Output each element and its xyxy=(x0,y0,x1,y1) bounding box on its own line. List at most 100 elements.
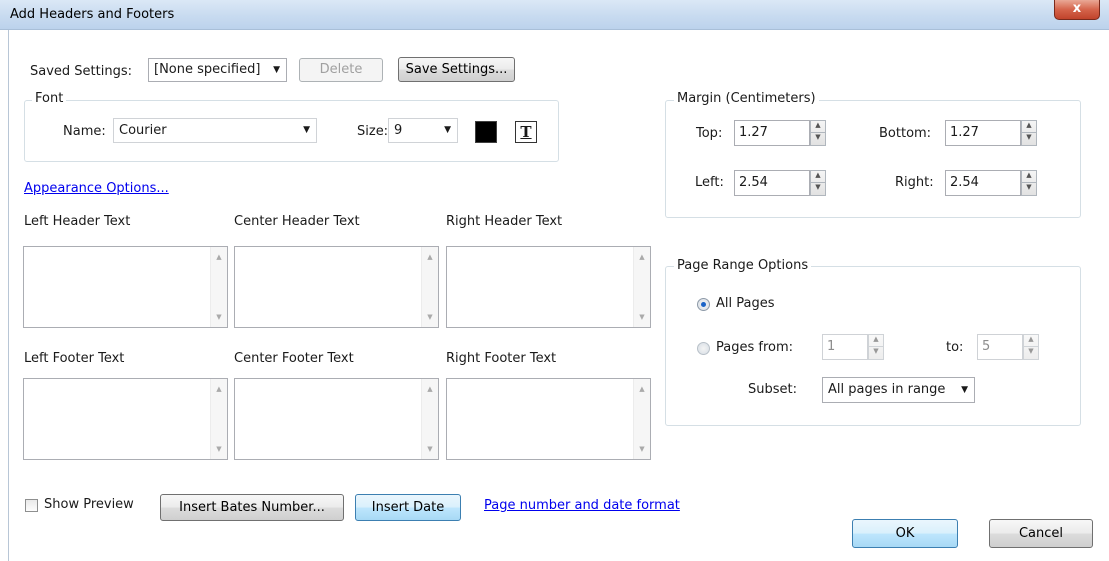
right-footer-textarea[interactable]: ▲ ▼ xyxy=(446,378,651,460)
triangle-up-icon: ▲ xyxy=(216,253,222,261)
scrollbar[interactable]: ▲ ▼ xyxy=(210,379,227,459)
triangle-down-icon[interactable]: ▼ xyxy=(811,133,825,145)
triangle-up-icon[interactable]: ▲ xyxy=(1022,171,1036,183)
chevron-down-icon: ▼ xyxy=(273,65,280,75)
triangle-up-icon[interactable]: ▲ xyxy=(811,171,825,183)
margin-right-field[interactable]: 2.54 xyxy=(945,170,1021,196)
font-size-label: Size: xyxy=(357,124,389,139)
close-button[interactable]: x xyxy=(1054,0,1100,20)
show-preview-checkbox[interactable] xyxy=(25,499,38,512)
font-color-button[interactable] xyxy=(475,121,497,143)
triangle-down-icon: ▼ xyxy=(216,313,222,321)
margin-left-label: Left: xyxy=(695,175,724,190)
triangle-down-icon[interactable]: ▼ xyxy=(1022,183,1036,195)
triangle-down-icon: ▼ xyxy=(427,313,433,321)
center-footer-textarea[interactable]: ▲ ▼ xyxy=(234,378,439,460)
left-footer-textarea[interactable]: ▲ ▼ xyxy=(23,378,228,460)
right-header-textarea[interactable]: ▲ ▼ xyxy=(446,246,651,328)
show-preview-label[interactable]: Show Preview xyxy=(44,497,134,512)
triangle-down-icon: ▼ xyxy=(216,445,222,453)
saved-settings-value: [None specified] xyxy=(154,62,261,77)
margin-group xyxy=(665,100,1081,218)
all-pages-radio[interactable] xyxy=(697,298,710,311)
save-settings-button[interactable]: Save Settings... xyxy=(398,57,515,82)
pages-to-field[interactable]: 5 xyxy=(977,334,1023,360)
pages-from-stepper[interactable]: ▲ ▼ xyxy=(868,334,884,360)
triangle-down-icon[interactable]: ▼ xyxy=(869,347,883,359)
pages-to-label: to: xyxy=(946,340,964,355)
scrollbar[interactable]: ▲ ▼ xyxy=(421,247,438,327)
left-header-textarea[interactable]: ▲ ▼ xyxy=(23,246,228,328)
scrollbar[interactable]: ▲ ▼ xyxy=(633,247,650,327)
triangle-down-icon: ▼ xyxy=(427,445,433,453)
triangle-up-icon[interactable]: ▲ xyxy=(1022,121,1036,133)
margin-bottom-field[interactable]: 1.27 xyxy=(945,120,1021,146)
right-header-label: Right Header Text xyxy=(446,214,563,229)
triangle-down-icon: ▼ xyxy=(639,313,645,321)
margin-bottom-stepper[interactable]: ▲ ▼ xyxy=(1021,120,1037,146)
cancel-button[interactable]: Cancel xyxy=(989,519,1093,548)
triangle-up-icon: ▲ xyxy=(216,385,222,393)
triangle-down-icon[interactable]: ▼ xyxy=(1024,347,1038,359)
scrollbar[interactable]: ▲ ▼ xyxy=(210,247,227,327)
margin-group-title: Margin (Centimeters) xyxy=(674,91,819,106)
close-icon: x xyxy=(1072,1,1082,16)
center-header-textarea[interactable]: ▲ ▼ xyxy=(234,246,439,328)
margin-top-stepper[interactable]: ▲ ▼ xyxy=(810,120,826,146)
font-group-title: Font xyxy=(32,91,67,106)
font-size-dropdown[interactable]: 9 ▼ xyxy=(388,118,458,143)
chevron-down-icon: ▼ xyxy=(961,385,968,395)
left-header-label: Left Header Text xyxy=(24,214,131,229)
font-name-label: Name: xyxy=(63,124,106,139)
triangle-up-icon[interactable]: ▲ xyxy=(811,121,825,133)
right-footer-label: Right Footer Text xyxy=(446,351,557,366)
appearance-options-link[interactable]: Appearance Options... xyxy=(24,181,169,196)
center-header-label: Center Header Text xyxy=(234,214,360,229)
title-bar: Add Headers and Footers x xyxy=(0,0,1109,30)
font-name-value: Courier xyxy=(119,123,167,138)
triangle-up-icon[interactable]: ▲ xyxy=(1024,335,1038,347)
window-frame-left xyxy=(0,30,9,561)
font-size-value: 9 xyxy=(394,123,403,138)
chevron-down-icon: ▼ xyxy=(303,125,310,135)
subset-value: All pages in range xyxy=(828,382,946,397)
page-number-date-format-link[interactable]: Page number and date format xyxy=(484,498,680,513)
chevron-down-icon: ▼ xyxy=(444,125,451,135)
scrollbar[interactable]: ▲ ▼ xyxy=(421,379,438,459)
pages-from-field[interactable]: 1 xyxy=(822,334,868,360)
delete-button[interactable]: Delete xyxy=(299,58,383,82)
triangle-up-icon: ▲ xyxy=(427,385,433,393)
margin-left-stepper[interactable]: ▲ ▼ xyxy=(810,170,826,196)
triangle-up-icon: ▲ xyxy=(639,385,645,393)
margin-bottom-label: Bottom: xyxy=(879,126,932,141)
margin-top-label: Top: xyxy=(696,126,723,141)
pages-to-stepper[interactable]: ▲ ▼ xyxy=(1023,334,1039,360)
margin-left-field[interactable]: 2.54 xyxy=(734,170,810,196)
all-pages-label[interactable]: All Pages xyxy=(716,296,775,311)
subset-dropdown[interactable]: All pages in range ▼ xyxy=(822,377,975,403)
ok-button[interactable]: OK xyxy=(852,519,958,548)
saved-settings-label: Saved Settings: xyxy=(30,64,132,79)
window-title: Add Headers and Footers xyxy=(10,7,175,22)
text-format-icon[interactable]: T xyxy=(515,121,537,143)
insert-bates-number-button[interactable]: Insert Bates Number... xyxy=(160,494,344,521)
triangle-down-icon: ▼ xyxy=(639,445,645,453)
pages-from-radio[interactable] xyxy=(697,342,710,355)
center-footer-label: Center Footer Text xyxy=(234,351,354,366)
pages-from-label[interactable]: Pages from: xyxy=(716,340,793,355)
font-name-dropdown[interactable]: Courier ▼ xyxy=(113,118,317,143)
insert-date-button[interactable]: Insert Date xyxy=(355,494,461,521)
scrollbar[interactable]: ▲ ▼ xyxy=(633,379,650,459)
triangle-up-icon[interactable]: ▲ xyxy=(869,335,883,347)
triangle-up-icon: ▲ xyxy=(427,253,433,261)
triangle-down-icon[interactable]: ▼ xyxy=(1022,133,1036,145)
margin-right-label: Right: xyxy=(895,175,934,190)
triangle-down-icon[interactable]: ▼ xyxy=(811,183,825,195)
subset-label: Subset: xyxy=(748,382,797,397)
margin-right-stepper[interactable]: ▲ ▼ xyxy=(1021,170,1037,196)
triangle-up-icon: ▲ xyxy=(639,253,645,261)
page-range-group-title: Page Range Options xyxy=(674,258,812,273)
left-footer-label: Left Footer Text xyxy=(24,351,125,366)
saved-settings-dropdown[interactable]: [None specified] ▼ xyxy=(148,58,287,82)
margin-top-field[interactable]: 1.27 xyxy=(734,120,810,146)
